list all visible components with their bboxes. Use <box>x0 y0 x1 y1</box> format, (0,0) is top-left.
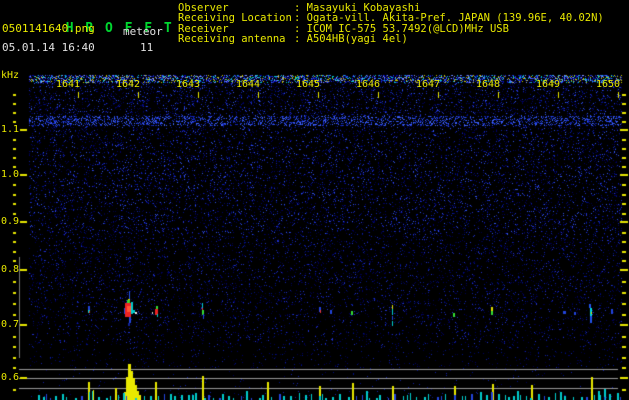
output-filename: 0501141640.png <box>2 22 95 35</box>
meteor-count: 11 <box>140 41 154 54</box>
freq-tick-label-0.7: 0.7 <box>0 319 19 330</box>
time-tick-label-1645: 1645 <box>295 79 321 90</box>
datetime-label: 05.01.14 16:40 <box>2 41 95 54</box>
time-tick-label-1642: 1642 <box>115 79 141 90</box>
mode-label: meteor <box>123 25 163 38</box>
hrofft-screen: HROFFT 1.00 0501141640.png meteor 05.01.… <box>0 0 629 400</box>
info-label: Receiving antenna <box>178 33 286 46</box>
freq-tick-label-1.1: 1.1 <box>0 124 19 135</box>
y-axis-unit: kHz <box>1 70 20 81</box>
info-row-receiving-antenna: Receiving antenna : A504HB(yagi 4el) <box>178 34 408 45</box>
time-tick-label-1650: 1650 <box>595 79 621 90</box>
time-tick-label-1644: 1644 <box>235 79 261 90</box>
info-value: : A504HB(yagi 4el) <box>294 33 408 46</box>
freq-tick-label-0.6: 0.6 <box>0 372 19 383</box>
freq-tick-label-1.0: 1.0 <box>0 169 19 180</box>
time-tick-label-1648: 1648 <box>475 79 501 90</box>
time-tick-label-1641: 1641 <box>55 79 81 90</box>
time-tick-label-1647: 1647 <box>415 79 441 90</box>
spectrogram-canvas <box>0 0 629 400</box>
app-version: 1.00 <box>124 3 153 17</box>
freq-tick-label-0.9: 0.9 <box>0 216 19 227</box>
time-tick-label-1646: 1646 <box>355 79 381 90</box>
time-tick-label-1649: 1649 <box>535 79 561 90</box>
freq-tick-label-0.8: 0.8 <box>0 264 19 275</box>
time-tick-label-1643: 1643 <box>175 79 201 90</box>
